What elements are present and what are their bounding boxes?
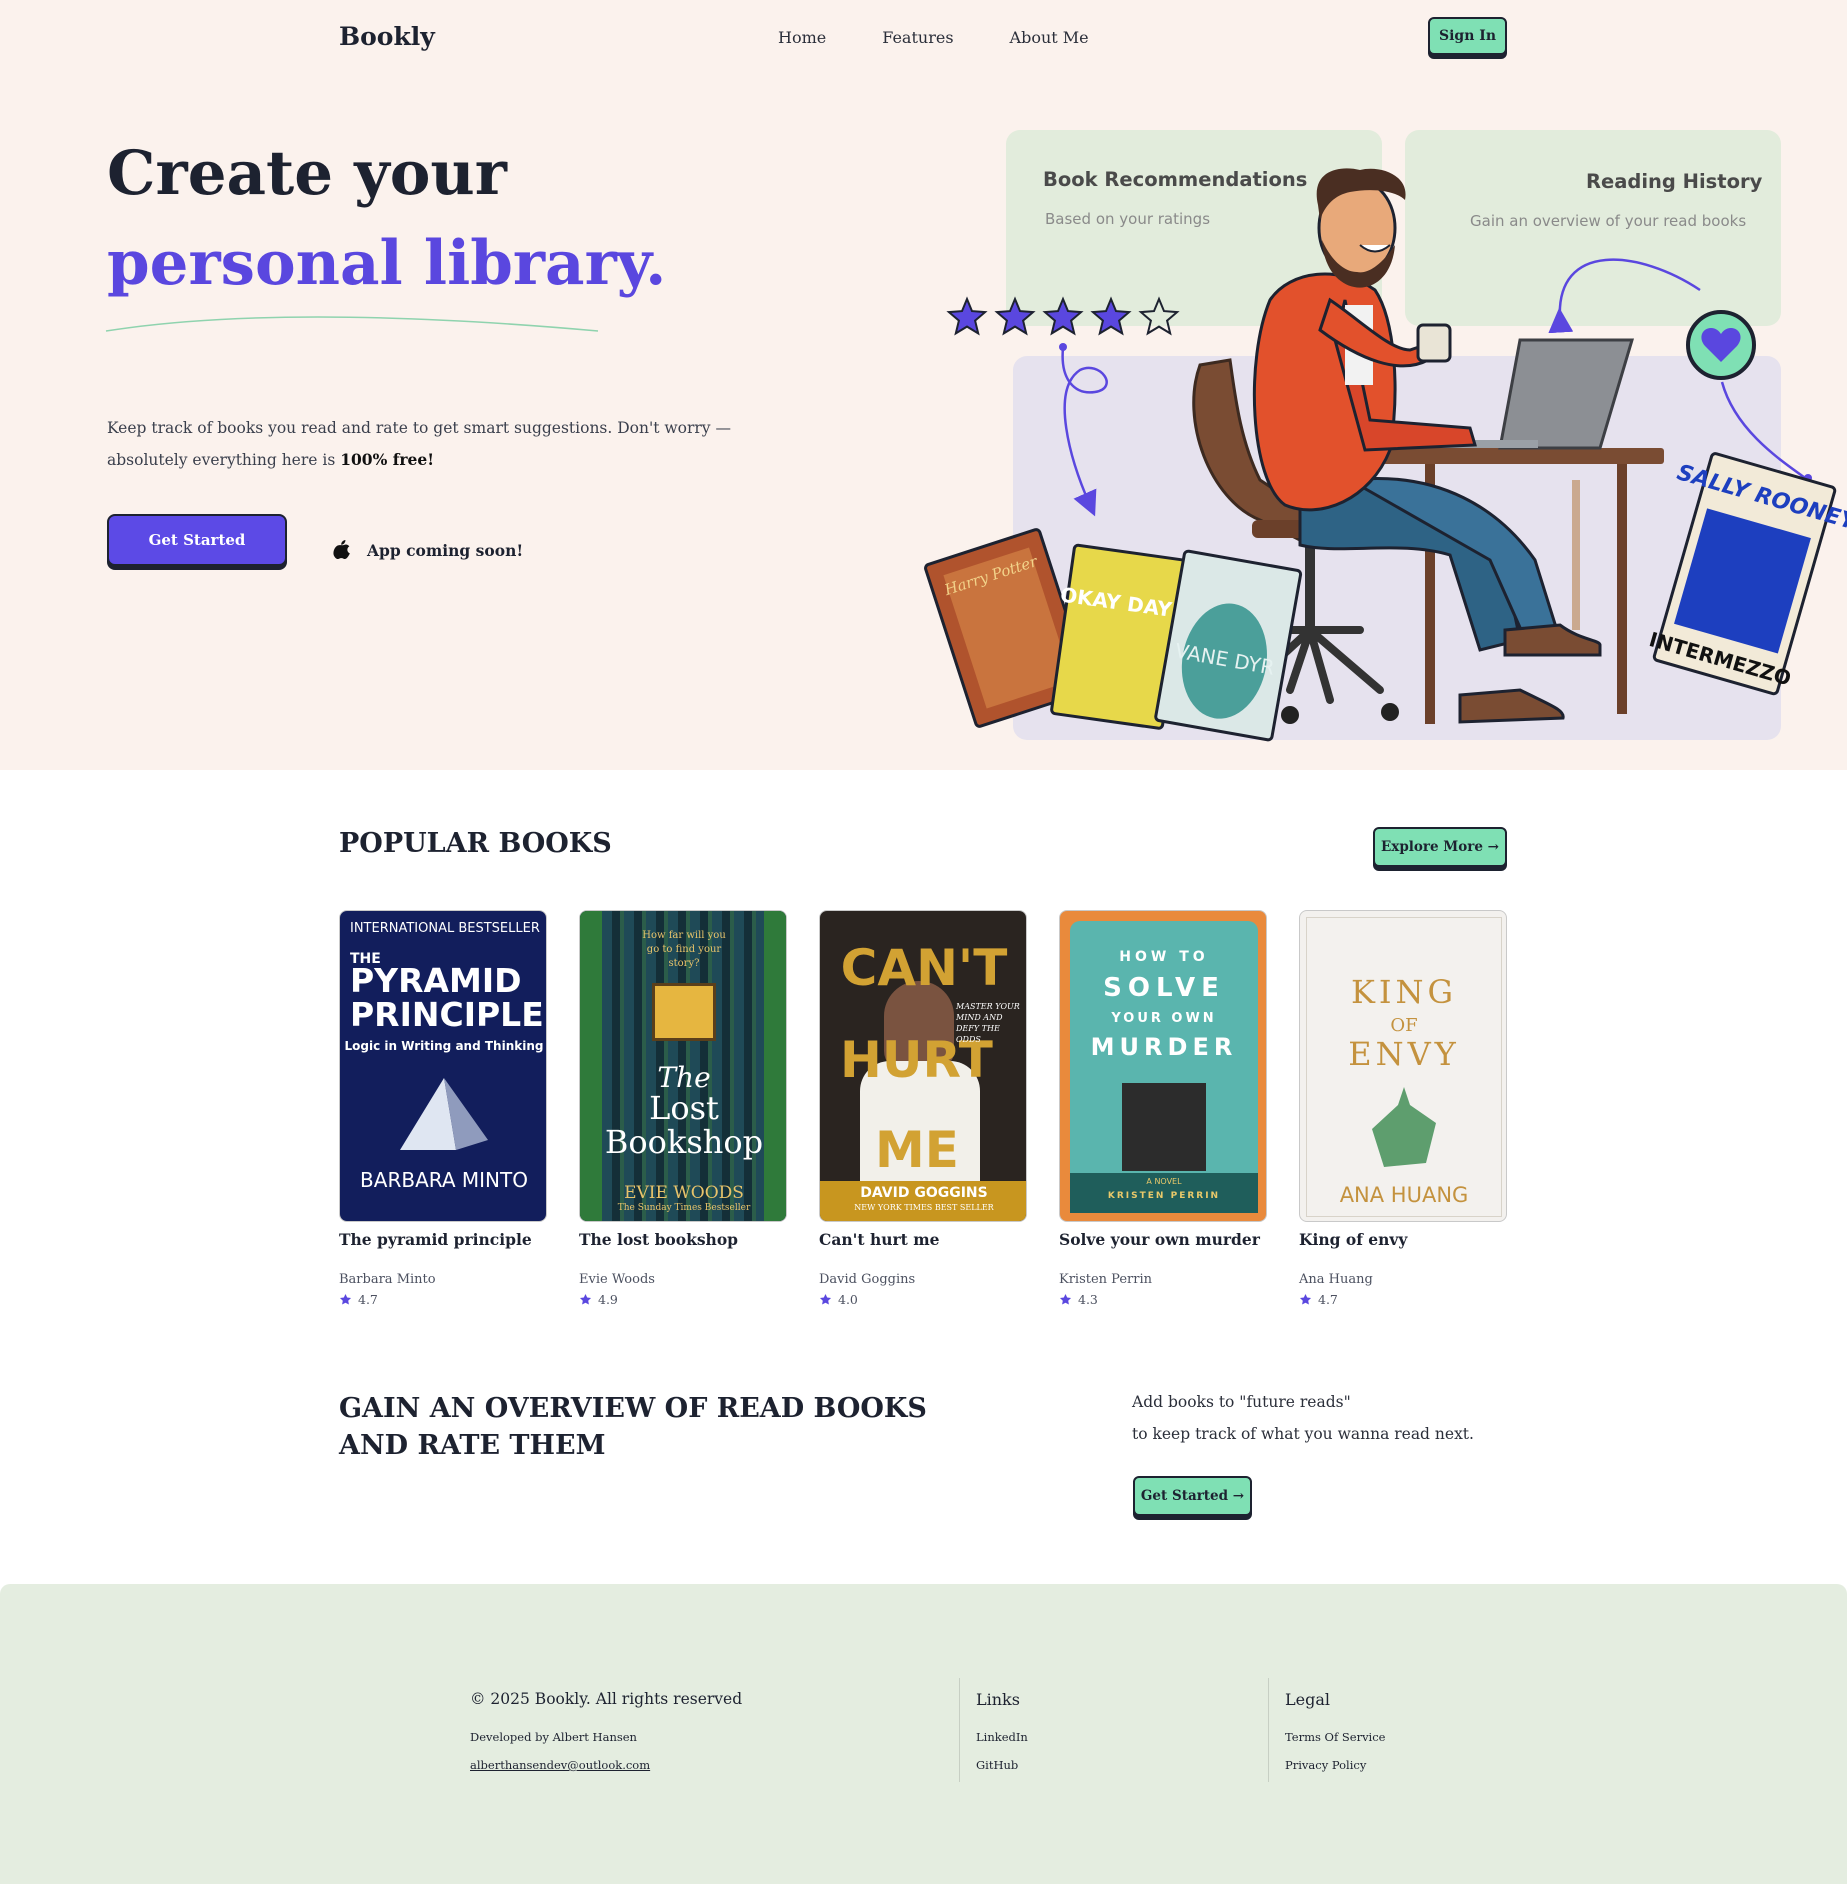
star-filled-icon [946,296,988,336]
book-card[interactable]: How far will you go to find your story? … [579,910,787,1307]
book-cover[interactable]: How far will you go to find your story? … [579,910,787,1222]
cover-text: EVIE WOODS [624,1183,744,1203]
cover-text: Bookshop [604,1123,764,1161]
footer [0,1584,1847,1884]
star-icon [579,1293,592,1305]
footer-legal-heading: Legal [1285,1690,1330,1709]
explore-more-button[interactable]: Explore More → [1373,827,1507,867]
footer-link-github[interactable]: GitHub [976,1758,1018,1772]
star-empty-icon [1138,296,1180,336]
cover-text: ME [875,1121,959,1179]
footer-links-heading: Links [976,1690,1020,1709]
cover-text: NEW YORK TIMES BEST SELLER [854,1203,994,1212]
cover-text: INTERNATIONAL BESTSELLER [350,921,540,936]
arrow-decoration [1061,347,1108,517]
arrow-decoration [1548,258,1701,334]
book-title[interactable]: King of envy [1299,1230,1407,1249]
footer-email-link[interactable]: alberthansendev@outlook.com [470,1758,650,1772]
book-author: Kristen Perrin [1059,1272,1152,1287]
cover-text: DAVID GOGGINS [860,1185,988,1201]
cover-text: MURDER [1090,1033,1238,1061]
overview-heading-line1: GAIN AN OVERVIEW OF READ BOOKS [339,1393,927,1424]
book-rating-value: 4.3 [1078,1292,1098,1307]
cover-text: Logic in Writing and Thinking [344,1039,544,1053]
overview-text-line1: Add books to "future reads" [1132,1393,1351,1411]
book-title[interactable]: The lost bookshop [579,1230,738,1249]
cover-text: KING [1350,973,1458,1011]
book-rating: 4.7 [1299,1292,1338,1307]
pyramid-illustration [400,1078,488,1150]
footer-divider [959,1678,960,1782]
cover-text: ENVY [1348,1035,1460,1073]
cover-text: SOLVE [1103,973,1225,1003]
overview-heading-line2: AND RATE THEM [339,1430,606,1461]
star-icon [1299,1293,1312,1305]
star-filled-icon [1090,296,1132,336]
star-filled-icon [1042,296,1084,336]
cover-text: HOW TO [1119,949,1209,965]
cover-text: KRISTEN PERRIN [1107,1191,1221,1201]
book-rating-value: 4.7 [1318,1292,1338,1307]
hero-illustration: Harry Potter OKAY DAYS VANE DYR SALLY RO… [924,168,1847,742]
footer-developer: Developed by Albert Hansen [470,1730,637,1744]
overview-text-line2: to keep track of what you wanna read nex… [1132,1425,1474,1443]
book-author: Evie Woods [579,1272,655,1287]
cover-text: The Sunday Times Bestseller [617,1203,751,1213]
arrow-dot [1059,343,1067,351]
book-cover[interactable]: KING OF ENVY ANA HUANG [1299,910,1507,1222]
book-title[interactable]: Solve your own murder [1059,1230,1260,1249]
book-title[interactable]: Can't hurt me [819,1230,939,1249]
book-card[interactable]: INTERNATIONAL BESTSELLER THE PYRAMID PRI… [339,910,547,1307]
cover-text: ANA HUANG [1339,1183,1469,1207]
cover-text: MASTER YOUR MIND AND DEFY THE ODDS [956,1002,1020,1044]
book-author: Barbara Minto [339,1272,436,1287]
book-rating-value: 4.9 [598,1292,618,1307]
star-icon [819,1293,832,1305]
hero-section: Bookly Home Features About Me Sign In Cr… [0,0,1847,770]
book-rating-value: 4.7 [358,1292,378,1307]
cover-text: YOUR OWN [1111,1011,1217,1026]
book-card[interactable]: KING OF ENVY ANA HUANG King of envy Ana … [1299,910,1507,1307]
popular-books-heading: POPULAR BOOKS [339,828,612,859]
heart-icon [1686,310,1756,380]
book-rating: 4.0 [819,1292,858,1307]
footer-link-linkedin[interactable]: LinkedIn [976,1730,1028,1744]
footer-link-terms[interactable]: Terms Of Service [1285,1730,1386,1744]
star-filled-icon [994,296,1036,336]
overview-get-started-button[interactable]: Get Started → [1133,1476,1252,1516]
book-rating: 4.7 [339,1292,378,1307]
book-cover[interactable]: CAN'T HURT ME MASTER YOUR MIND AND DEFY … [819,910,1027,1222]
cover-text: CAN'T [840,939,1008,997]
book-rating: 4.9 [579,1292,618,1307]
book-author: David Goggins [819,1272,916,1287]
cover-text: BARBARA MINTO [360,1168,528,1192]
cover-text: How far will you go to find your story? [642,930,726,969]
book-cover[interactable]: INTERNATIONAL BESTSELLER THE PYRAMID PRI… [339,910,547,1222]
overview-heading: GAIN AN OVERVIEW OF READ BOOKS AND RATE … [339,1390,927,1464]
book-author: Ana Huang [1299,1272,1373,1287]
cover-text: Lost [649,1089,719,1127]
footer-link-privacy[interactable]: Privacy Policy [1285,1758,1366,1772]
cover-text: PRINCIPLE [350,995,544,1034]
book-card[interactable]: HOW TO SOLVE YOUR OWN MURDER A NOVEL KRI… [1059,910,1267,1307]
perfume-bottle-illustration [1372,1087,1436,1167]
star-icon [1059,1293,1072,1305]
cover-text: A NOVEL [1146,1177,1182,1186]
book-card[interactable]: CAN'T HURT ME MASTER YOUR MIND AND DEFY … [819,910,1027,1307]
book-cover[interactable]: HOW TO SOLVE YOUR OWN MURDER A NOVEL KRI… [1059,910,1267,1222]
book-rating-value: 4.0 [838,1292,858,1307]
book-rating: 4.3 [1059,1292,1098,1307]
star-icon [339,1293,352,1305]
footer-divider [1268,1678,1269,1782]
book-title[interactable]: The pyramid principle [339,1230,532,1249]
footer-copyright: © 2025 Bookly. All rights reserved [470,1690,743,1708]
cover-text: OF [1390,1015,1418,1036]
rating-stars [946,296,1180,336]
